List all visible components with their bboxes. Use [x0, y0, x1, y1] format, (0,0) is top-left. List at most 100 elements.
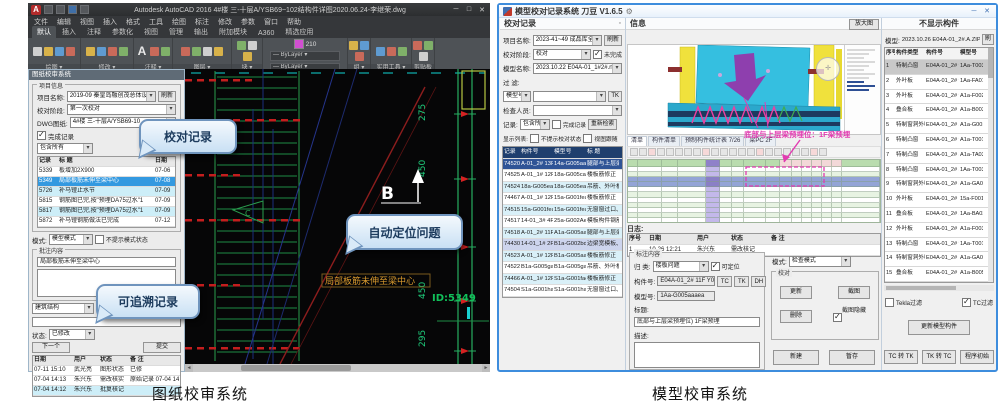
bylayer-select[interactable]: — ByLayer ▾ — [270, 51, 340, 61]
project-select[interactable]: 2023-41~49 成品库全地块ZH-10#厂 — [533, 35, 602, 46]
ribbon-tab[interactable]: 管理 — [164, 26, 188, 38]
ribbon-tool-icon[interactable] — [214, 47, 223, 56]
enlarge-view-button[interactable]: 放大图 — [849, 19, 879, 30]
ribbon-tab[interactable]: 默认 — [32, 26, 56, 38]
toolbar-icon[interactable] — [666, 148, 674, 156]
pin-icon[interactable]: ▫ — [619, 18, 621, 30]
category-select[interactable]: 建筑结构 — [32, 303, 94, 314]
status-select[interactable]: 已修改 — [49, 329, 95, 340]
table-row[interactable]: 74523 A-01_1# 12F YGC B1a-G005aaeba 楼板筋修… — [503, 251, 622, 263]
init-button[interactable]: 程序初始 — [960, 350, 994, 364]
category-select[interactable]: 楼板问题 — [653, 261, 709, 272]
table-row[interactable]: 74520 A-01_2# 13F YGC 14a-G005aaaea 腿部与上… — [503, 159, 622, 171]
table-row[interactable]: 5 特制窗洞外叶调整 E04A-01_2# 5F Y A1a-G001 — [885, 119, 993, 134]
ribbon-tab[interactable]: 视图 — [139, 26, 163, 38]
toolbar-icon[interactable] — [801, 148, 809, 156]
save-button[interactable]: 暂存 — [829, 350, 875, 365]
table-row[interactable]: 6 特制凸窗 E04A-01_2# 9F Y A1a-T001 — [885, 134, 993, 149]
ribbon-tab[interactable]: 参数化 — [107, 26, 138, 38]
ribbon-tool-icon[interactable] — [237, 41, 246, 50]
menu-item[interactable]: 标注 — [195, 17, 209, 27]
ribbon-tool-icon[interactable] — [108, 47, 117, 56]
model-3d-viewport[interactable]: ✛ — [627, 44, 881, 135]
research-button[interactable]: 重新检索 — [588, 119, 617, 130]
minimize-button[interactable]: ─ — [969, 8, 979, 15]
record-filter-select[interactable]: 包含所有 — [520, 119, 550, 130]
desc-textarea[interactable] — [634, 342, 760, 368]
close-button[interactable]: ✕ — [477, 6, 487, 14]
table-row[interactable]: 9 特制窗洞外叶调整 E04A-01_2# 3F Y A1a-GA03 — [885, 178, 993, 193]
table-row[interactable]: 5339 板增加2X900 07-06 — [38, 167, 175, 177]
mode-checkbox[interactable] — [95, 235, 104, 244]
submit-button[interactable]: 提交 — [143, 342, 181, 353]
ribbon-tool-icon[interactable] — [161, 47, 170, 56]
toolbar-icon[interactable] — [675, 148, 683, 156]
toolbar-icon[interactable] — [765, 148, 773, 156]
mode-select[interactable]: 模型模式 — [49, 234, 93, 245]
gear-icon[interactable]: ⚙ — [626, 7, 633, 16]
table-row[interactable]: 74466 A-01_1# 12F YGC S1a-G001faeba 楼板筋修… — [503, 274, 622, 286]
toolbar-icon[interactable] — [810, 148, 818, 156]
scroll-right-icon[interactable]: ► — [482, 364, 490, 372]
stage-select[interactable]: 校对 — [533, 49, 591, 60]
table-horizontal-scrollbar[interactable] — [884, 285, 994, 291]
table-row[interactable]: 15 叠合板 E04A-01_2# 九层 A1a-B005 — [885, 267, 993, 282]
ribbon-tool-icon[interactable] — [349, 41, 358, 50]
toolbar-icon[interactable] — [756, 148, 764, 156]
table-row[interactable]: 10 外叶板 E04A-01_2# 12F 15a-F001 — [885, 193, 993, 208]
ribbon-tool-icon[interactable] — [150, 47, 159, 56]
refresh-button[interactable]: 刷新 — [604, 35, 622, 46]
menu-item[interactable]: 帮助 — [287, 17, 301, 27]
menu-item[interactable]: 视图 — [80, 17, 94, 27]
table-row[interactable]: 12 外叶板 E04A-01_2# 11F A1a-F003 — [885, 223, 993, 238]
stage-select[interactable]: 第一次校对 — [67, 104, 176, 115]
ribbon-tool-icon[interactable] — [398, 47, 407, 56]
table-row[interactable]: 1 特制凸窗 E04A-01_2# 9F Y 1Aa-T003 — [885, 60, 993, 75]
refresh-button[interactable]: 刷 — [982, 34, 994, 45]
ribbon-tool-icon[interactable] — [66, 47, 75, 56]
table-row[interactable]: 4 叠合板 E04A-01_2# 十层 A1a-B003 — [885, 104, 993, 119]
table-row[interactable]: 74518 A-01_2# 11F YGC A1a-G005aaaea 腿部与上… — [503, 228, 622, 240]
ribbon-tab[interactable]: 附加模块 — [214, 26, 252, 38]
update-button[interactable]: 更新 — [780, 286, 812, 299]
maximize-button[interactable]: □ — [464, 6, 474, 13]
quick-access-icon[interactable] — [68, 5, 77, 14]
table-row[interactable]: 5349 局部板筋未伸至梁中心 07-08 — [38, 177, 175, 187]
close-button[interactable]: ✕ — [982, 7, 992, 15]
filter-select[interactable]: 包含所有 — [37, 143, 93, 154]
hide-shot-checkbox[interactable] — [833, 313, 842, 322]
table-row[interactable]: 7 特制凸窗 E04A-01_2# 3F Y A1a-TA03 — [885, 149, 993, 164]
color-swatch-icon[interactable] — [294, 39, 304, 49]
refresh-button[interactable]: 刷新 — [158, 91, 176, 102]
component-type-select[interactable]: 模型号 — [503, 91, 531, 102]
navigation-wheel[interactable]: ✛ — [816, 57, 840, 81]
menu-item[interactable]: 编辑 — [57, 17, 71, 27]
autocad-logo-icon[interactable]: A — [31, 5, 41, 15]
toolbar-icon[interactable] — [702, 148, 710, 156]
toolbar-icon[interactable] — [729, 148, 737, 156]
menu-item[interactable]: 修改 — [218, 17, 232, 27]
menu-item[interactable]: 格式 — [126, 17, 140, 27]
ribbon-tool-icon[interactable] — [97, 47, 106, 56]
ribbon-tool-icon[interactable] — [376, 47, 385, 56]
table-row[interactable]: 74522 B1a-G005gaaba B1a-G005gaaba 吊筋、外叶板… — [503, 262, 622, 274]
quick-access-icon[interactable] — [44, 5, 53, 14]
tk-button[interactable]: TK — [734, 276, 749, 287]
table-row[interactable]: 5726 补马镫止水节 07-09 — [38, 187, 175, 197]
ribbon-tool-icon[interactable] — [387, 47, 396, 56]
ribbon-tool-icon[interactable] — [360, 41, 369, 50]
canvas-horizontal-scrollbar[interactable]: ◄ ► — [185, 364, 490, 372]
unfinished-checkbox[interactable] — [593, 50, 602, 59]
table-row[interactable]: 3 外叶板 E04A-01_2# 9F Y A1a-F002 — [885, 90, 993, 105]
tekla-filter-checkbox[interactable] — [885, 298, 894, 307]
toolbar-icon[interactable] — [747, 148, 755, 156]
new-button[interactable]: 新建 — [773, 350, 819, 365]
toolbar-icon[interactable] — [648, 148, 656, 156]
record-table[interactable]: 记录标 题日期 5339 板增加2X900 07-06 5349 局部板筋未伸至… — [37, 156, 176, 228]
ribbon-tab[interactable]: 注释 — [82, 26, 106, 38]
ribbon-tool-icon[interactable] — [413, 41, 422, 50]
ribbon-tool-icon[interactable] — [419, 52, 428, 61]
table-row[interactable]: 74517 14-01_3# 4F YGC 25a-G002Aebea 模板构件… — [503, 216, 622, 228]
ribbon-tool-icon[interactable] — [33, 47, 42, 56]
title-input[interactable]: 底部与上层梁预埋位) 1F梁预埋 — [634, 317, 760, 327]
